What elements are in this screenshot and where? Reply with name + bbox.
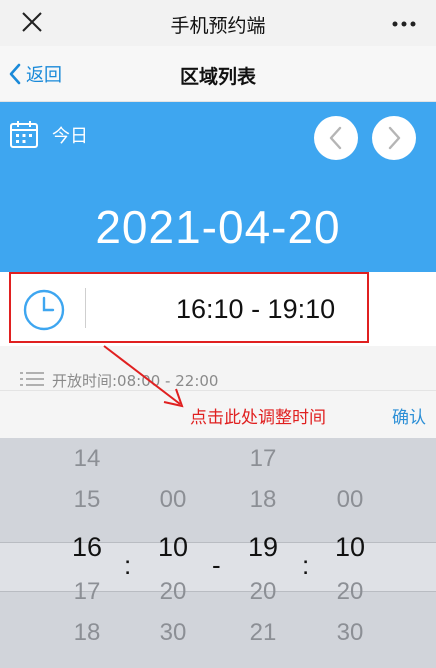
time-range-highlight[interactable]: 16:10 - 19:10 — [9, 272, 369, 343]
annotation-hint: 点击此处调整时间 — [190, 408, 326, 428]
divider — [85, 288, 86, 328]
time-wheel-picker[interactable]: 14 15 16 17 18 : 00 10 20 30 - 17 18 19 … — [0, 438, 436, 668]
time-colon: : — [124, 550, 132, 580]
nav-bar: 返回 区域列表 — [0, 46, 436, 102]
picker-option[interactable]: 20 — [233, 571, 293, 612]
picker-option[interactable]: 20 — [320, 571, 380, 612]
chevron-right-icon — [388, 126, 401, 150]
more-icon[interactable] — [392, 21, 416, 27]
picker-option[interactable]: 21 — [233, 612, 293, 653]
today-label[interactable]: 今日 — [52, 122, 88, 148]
next-day-button[interactable] — [372, 116, 416, 160]
picker-selected-option[interactable]: 16 — [57, 523, 117, 571]
annotation-arrow-icon — [103, 345, 184, 408]
time-colon: : — [302, 550, 310, 580]
picker-option[interactable]: 15 — [57, 479, 117, 520]
top-bar: 手机预约端 — [0, 0, 436, 46]
opening-hours-row: 开放时间:08:00 - 22:00 — [0, 346, 436, 390]
start-hour-wheel[interactable]: 14 15 16 17 18 — [57, 438, 117, 653]
picker-option[interactable]: 00 — [143, 479, 203, 520]
list-icon — [20, 372, 44, 386]
confirm-button[interactable]: 确认 — [392, 403, 426, 428]
calendar-icon[interactable] — [9, 119, 39, 149]
end-minute-wheel[interactable]: 00 10 20 30 — [320, 438, 380, 653]
picker-option[interactable]: 30 — [320, 612, 380, 653]
chevron-left-icon — [329, 126, 342, 150]
app-title: 手机预约端 — [170, 15, 266, 37]
range-dash: - — [212, 550, 221, 580]
picker-option[interactable]: 17 — [57, 571, 117, 612]
clock-icon — [23, 289, 65, 331]
start-minute-wheel[interactable]: 00 10 20 30 — [143, 438, 203, 653]
date-header: 今日 2021-04-20 — [0, 102, 436, 272]
selected-date: 2021-04-20 — [95, 201, 341, 253]
picker-option[interactable] — [143, 438, 203, 479]
picker-option[interactable]: 30 — [143, 612, 203, 653]
time-range-value: 16:10 - 19:10 — [176, 294, 336, 324]
picker-option[interactable]: 00 — [320, 479, 380, 520]
picker-toolbar: 点击此处调整时间 确认 — [0, 390, 436, 438]
picker-option[interactable]: 18 — [233, 479, 293, 520]
page-title: 区域列表 — [179, 66, 256, 88]
previous-day-button[interactable] — [314, 116, 358, 160]
picker-option[interactable]: 18 — [57, 612, 117, 653]
end-hour-wheel[interactable]: 17 18 19 20 21 — [233, 438, 293, 653]
picker-option[interactable]: 17 — [233, 438, 293, 479]
picker-option[interactable]: 14 — [57, 438, 117, 479]
picker-selected-option[interactable]: 10 — [320, 523, 380, 571]
time-range-row[interactable]: 16:10 - 19:10 — [0, 272, 436, 346]
picker-selected-option[interactable]: 19 — [233, 523, 293, 571]
picker-option[interactable]: 20 — [143, 571, 203, 612]
picker-selected-option[interactable]: 10 — [143, 523, 203, 571]
picker-option[interactable] — [320, 438, 380, 479]
